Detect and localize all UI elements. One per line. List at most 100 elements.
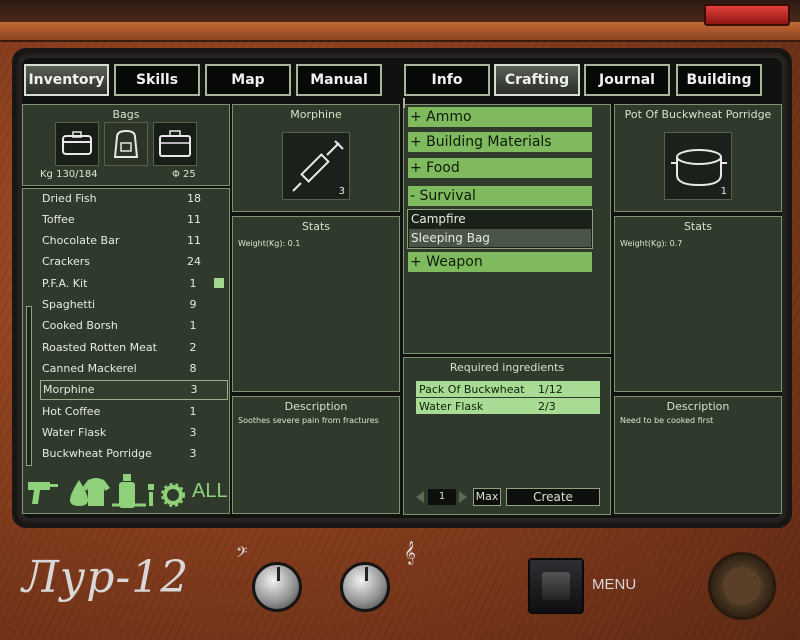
item-name: Spaghetti bbox=[42, 298, 96, 311]
bag-slot-suitcase[interactable] bbox=[153, 122, 197, 166]
max-button[interactable]: Max bbox=[473, 488, 501, 506]
suitcase-icon bbox=[159, 130, 191, 157]
category-ammo[interactable]: + Ammo bbox=[408, 107, 592, 127]
inventory-item[interactable]: Cooked Borsh 1 bbox=[40, 316, 228, 336]
bag-slot-box[interactable] bbox=[55, 122, 99, 166]
tab-map[interactable]: Map bbox=[205, 64, 291, 96]
ingredient-name: Pack Of Buckwheat bbox=[419, 382, 525, 396]
result-description: Need to be cooked first bbox=[620, 416, 714, 425]
item-qty: 1 bbox=[189, 276, 197, 290]
inventory-scrollbar[interactable] bbox=[26, 306, 32, 466]
connector-port bbox=[708, 552, 776, 620]
tab-building[interactable]: Building bbox=[676, 64, 762, 96]
item-name: Morphine bbox=[43, 383, 95, 397]
item-name: Hot Coffee bbox=[42, 404, 101, 418]
inventory-item[interactable]: Roasted Rotten Meat 2 bbox=[40, 337, 228, 357]
craft-amount[interactable]: 1 bbox=[428, 489, 456, 505]
item-qty: 24 bbox=[187, 255, 201, 269]
item-name: Dried Fish bbox=[42, 191, 97, 205]
inventory-item[interactable]: Dried Fish 18 bbox=[40, 188, 228, 208]
tab-crafting[interactable]: Crafting bbox=[494, 64, 580, 96]
treble-clef-icon: 𝄞 bbox=[404, 540, 416, 564]
selected-description-panel: Description Soothes severe pain from fra… bbox=[232, 396, 400, 514]
result-item-name: Pot Of Buckwheat Porridge bbox=[624, 108, 772, 121]
item-qty: 1 bbox=[189, 319, 197, 333]
bag-item-count: Φ 25 bbox=[172, 169, 196, 180]
tab-info[interactable]: Info bbox=[404, 64, 490, 96]
menu-button[interactable] bbox=[528, 558, 584, 614]
inventory-item[interactable]: Canned Mackerel 8 bbox=[40, 358, 228, 378]
item-qty: 3 bbox=[189, 447, 197, 461]
ingredient-qty: 2/3 bbox=[538, 399, 556, 413]
selected-item-slot[interactable]: 3 bbox=[282, 132, 350, 200]
stats-title: Stats bbox=[683, 220, 713, 233]
inventory-item[interactable]: Buckwheat Porridge 3 bbox=[40, 444, 228, 464]
bags-title: Bags bbox=[112, 108, 140, 121]
filter-all[interactable]: ALL bbox=[192, 480, 228, 503]
result-stats: Weight(Kg): 0.7 bbox=[620, 239, 683, 248]
item-qty: 11 bbox=[187, 234, 201, 248]
item-name: Roasted Rotten Meat bbox=[42, 340, 157, 354]
bag-slot-backpack[interactable] bbox=[104, 122, 148, 166]
power-switch[interactable] bbox=[704, 4, 790, 26]
tab-connector bbox=[403, 98, 405, 108]
item-qty: 3 bbox=[190, 383, 198, 397]
tab-inventory[interactable]: Inventory bbox=[24, 64, 109, 96]
ingredient-row: Water Flask 2/3 bbox=[416, 398, 600, 414]
box-icon bbox=[62, 131, 92, 155]
item-qty: 3 bbox=[189, 425, 197, 439]
shirt-icon[interactable] bbox=[80, 476, 112, 508]
inventory-item[interactable]: P.F.A. Kit 1 bbox=[40, 273, 228, 293]
description-title: Description bbox=[666, 400, 730, 413]
tab-manual[interactable]: Manual bbox=[296, 64, 382, 96]
drill-icon[interactable] bbox=[26, 476, 60, 508]
bass-clef-icon: 𝄢 bbox=[236, 544, 248, 565]
result-item-slot[interactable]: 1 bbox=[664, 132, 732, 200]
inventory-item[interactable]: Hot Coffee 1 bbox=[40, 401, 228, 421]
ingredient-name: Water Flask bbox=[419, 399, 484, 413]
syringe-icon[interactable] bbox=[110, 500, 150, 510]
tab-journal[interactable]: Journal bbox=[584, 64, 670, 96]
inventory-item[interactable]: Morphine 3 bbox=[40, 379, 228, 400]
result-description-panel: Description Need to be cooked first bbox=[614, 396, 782, 514]
item-qty: 11 bbox=[187, 212, 201, 226]
item-name: Buckwheat Porridge bbox=[42, 447, 152, 461]
item-qty: 1 bbox=[189, 404, 197, 418]
filter-bar: ALL bbox=[26, 470, 228, 512]
category-weapon[interactable]: + Weapon bbox=[408, 252, 592, 272]
inventory-item[interactable]: Toffee 11 bbox=[40, 209, 228, 229]
item-qty: 18 bbox=[187, 191, 201, 205]
treble-knob[interactable] bbox=[340, 562, 390, 612]
item-name: Toffee bbox=[42, 212, 75, 226]
bag-weight: Kg 130/184 bbox=[40, 169, 98, 180]
ingredient-row: Pack Of Buckwheat 1/12 bbox=[416, 381, 600, 397]
gear-icon[interactable] bbox=[160, 482, 186, 508]
inventory-item[interactable]: Crackers 24 bbox=[40, 252, 228, 272]
item-qty: 8 bbox=[189, 361, 197, 375]
create-button[interactable]: Create bbox=[506, 488, 600, 506]
description-title: Description bbox=[284, 400, 348, 413]
inventory-item[interactable]: Chocolate Bar 11 bbox=[40, 231, 228, 251]
device-logo: Лур-12 bbox=[22, 552, 190, 603]
increase-icon[interactable] bbox=[457, 490, 469, 504]
category-survival[interactable]: - Survival bbox=[408, 186, 592, 206]
recipe-campfire[interactable]: Campfire bbox=[409, 210, 591, 228]
inventory-item[interactable]: Spaghetti 9 bbox=[40, 295, 228, 315]
ingredient-qty: 1/12 bbox=[538, 382, 563, 396]
connector-socket bbox=[723, 567, 761, 605]
bass-knob[interactable] bbox=[252, 562, 302, 612]
selected-item-name: Morphine bbox=[290, 108, 342, 121]
item-name: Cooked Borsh bbox=[42, 319, 118, 333]
tab-skills[interactable]: Skills bbox=[114, 64, 200, 96]
menu-label: MENU bbox=[592, 576, 637, 593]
recipe-sleeping-bag[interactable]: Sleeping Bag bbox=[409, 229, 591, 247]
stats-title: Stats bbox=[301, 220, 331, 233]
decrease-icon[interactable] bbox=[414, 490, 426, 504]
result-item-count: 1 bbox=[720, 186, 727, 197]
category-food[interactable]: + Food bbox=[408, 158, 592, 178]
inventory-item[interactable]: Water Flask 3 bbox=[40, 422, 228, 442]
category-building-materials[interactable]: + Building Materials bbox=[408, 132, 592, 152]
top-rail bbox=[0, 22, 800, 42]
selected-item-count: 3 bbox=[338, 186, 345, 197]
item-name: P.F.A. Kit bbox=[42, 276, 88, 290]
